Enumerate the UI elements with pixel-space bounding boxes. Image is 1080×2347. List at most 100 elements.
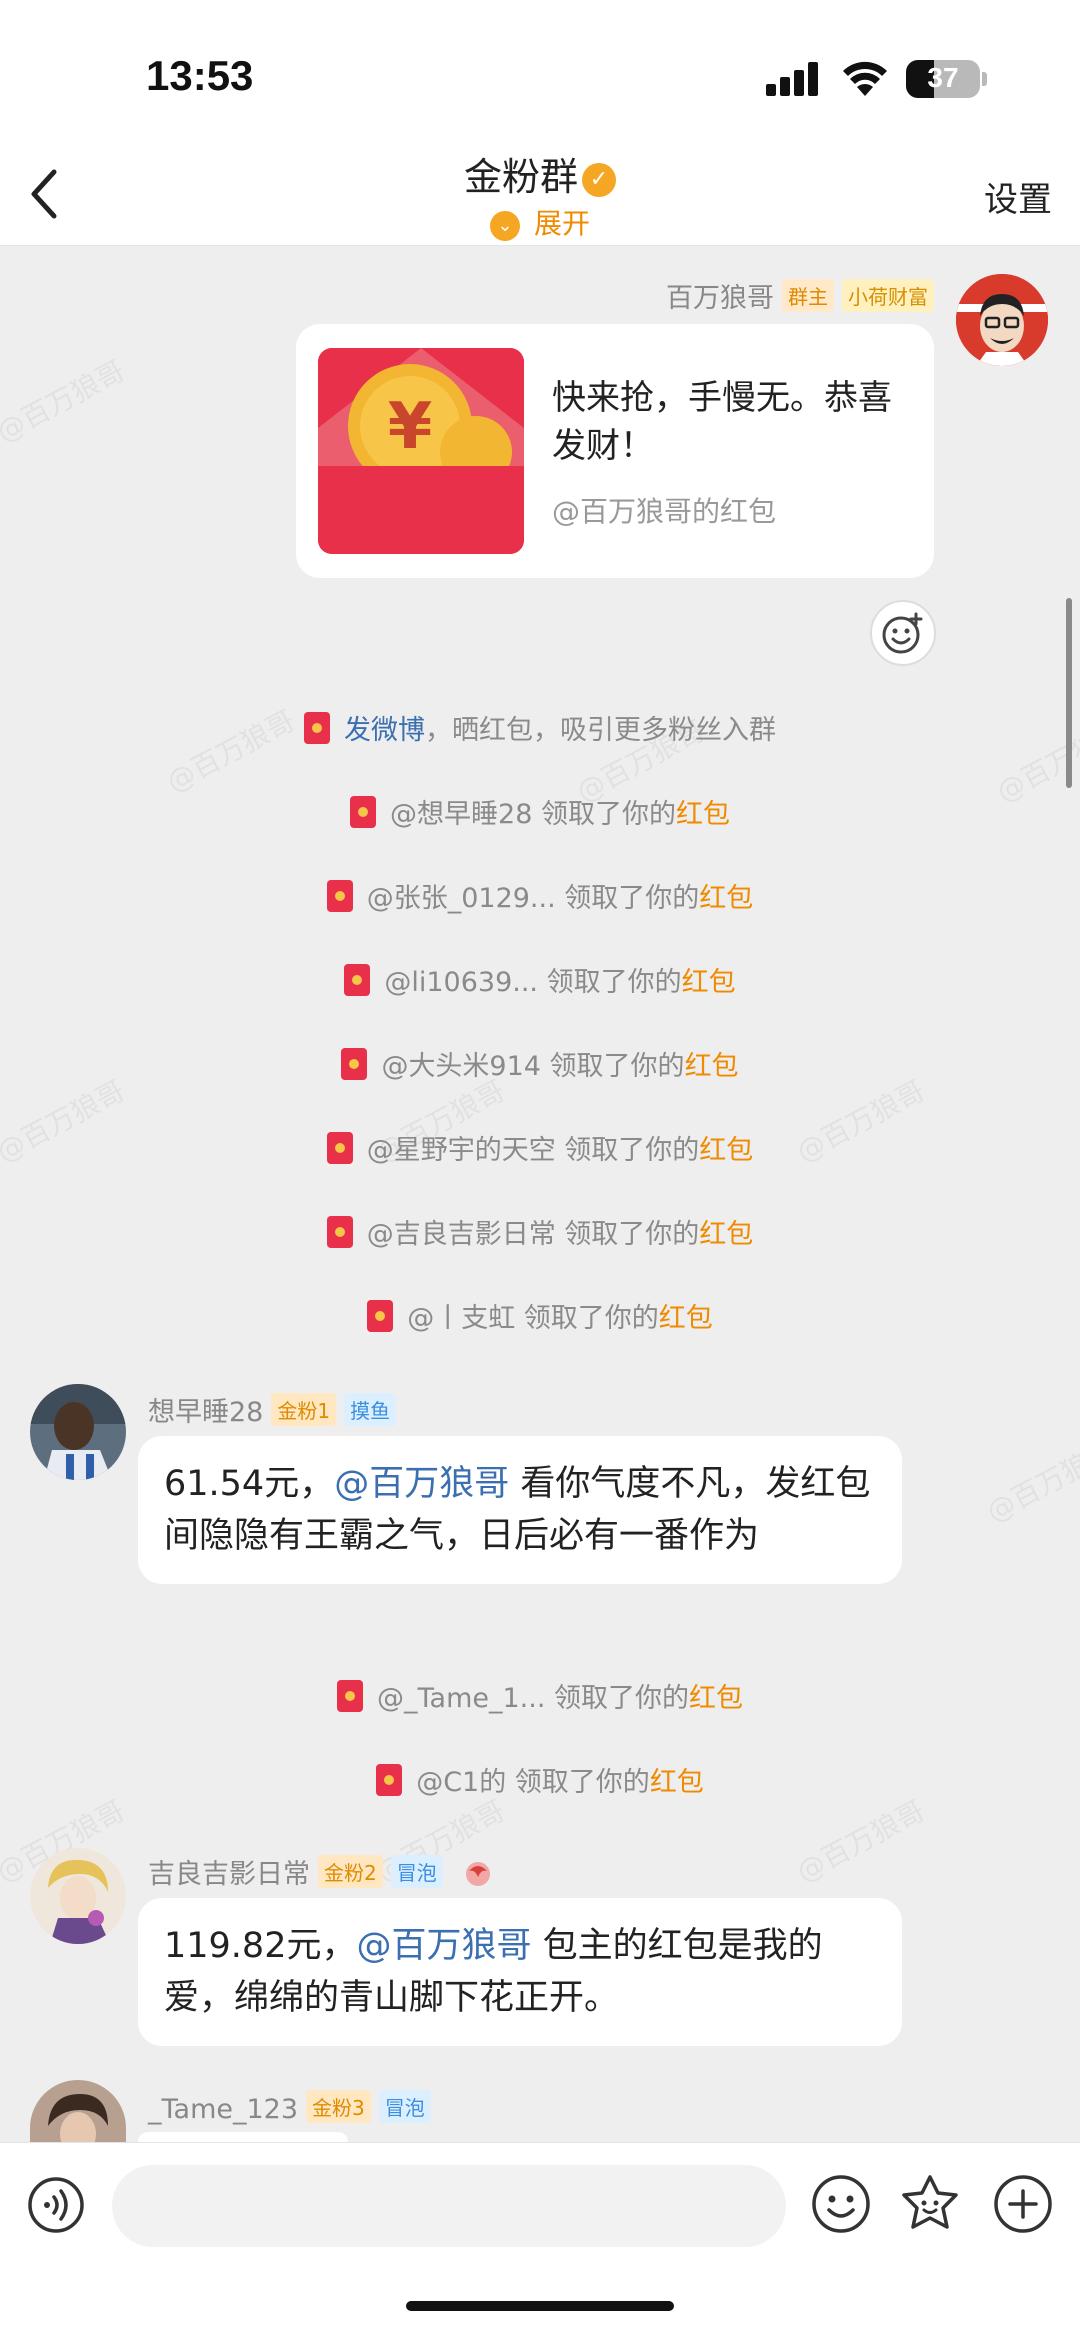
fan-badge: 金粉3	[306, 2090, 371, 2123]
battery-icon: 37	[906, 60, 980, 98]
sender-name: 百万狼哥	[666, 283, 774, 314]
red-packet-claim-row: @张张_0129... 领取了你的红包	[0, 876, 1080, 915]
plus-icon[interactable]	[992, 2173, 1054, 2235]
sticker-icon[interactable]	[898, 2171, 962, 2235]
red-packet-card[interactable]: ¥ 快来抢，手慢无。恭喜发财！ @百万狼哥的红包	[296, 324, 934, 578]
claim-text: @想早睡28 领取了你的	[390, 799, 676, 830]
level-tag: 冒泡	[378, 2090, 431, 2123]
avatar[interactable]	[30, 1848, 126, 1944]
composer-bar	[0, 2142, 1080, 2347]
status-time: 13:53	[146, 52, 254, 99]
wifi-icon	[843, 61, 887, 96]
watermark: @百万狼哥	[791, 1793, 931, 1889]
battery-level: 37	[927, 62, 959, 93]
amount-text: 119.82元，	[164, 1926, 357, 1966]
red-packet-link[interactable]: 红包	[689, 1683, 743, 1714]
message-input[interactable]	[112, 2165, 786, 2247]
group-name: 金粉群	[463, 155, 578, 199]
avatar[interactable]	[30, 1384, 126, 1480]
add-reaction-button[interactable]	[870, 600, 936, 666]
red-packet-claim-row: @大头米914 领取了你的红包	[0, 1044, 1080, 1083]
message-bubble[interactable]: 61.54元，@百万狼哥 看你气度不凡，发红包间隐隐有王霸之气，日后必有一番作为	[138, 1436, 902, 1584]
watermark: @百万狼哥	[981, 1433, 1080, 1529]
amount-text: 61.54元，	[164, 1464, 335, 1504]
red-packet-link[interactable]: 红包	[676, 799, 730, 830]
red-packet-claim-row: @想早睡28 领取了你的红包	[0, 792, 1080, 831]
fan-badge: 金粉2	[318, 1855, 383, 1888]
red-packet-icon	[326, 1132, 353, 1164]
owner-sender-line: 百万狼哥 群主 小荷财富	[666, 276, 934, 315]
battery-tip	[982, 72, 987, 86]
fan-badge: 金粉1	[271, 1393, 337, 1426]
sender-line: 吉良吉影日常 金粉2 冒泡	[148, 1852, 495, 1891]
owner-tag: 群主	[782, 279, 834, 312]
red-packet-icon	[344, 964, 371, 996]
system-notice: 发微博，晒红包，吸引更多粉丝入群	[0, 708, 1080, 747]
claim-text: @星野宇的天空 领取了你的	[366, 1135, 700, 1166]
title-tag: 小荷财富	[842, 279, 934, 312]
red-packet-message: 快来抢，手慢无。恭喜发财！	[552, 378, 892, 466]
red-packet-link[interactable]: 红包	[699, 883, 753, 914]
post-weibo-link[interactable]: 发微博	[344, 715, 425, 746]
settings-button[interactable]: 设置	[984, 172, 1052, 221]
chat-header: 金粉群 ✓ ⌄ 展开 设置	[0, 140, 1080, 246]
claim-text: @C1的 领取了你的	[416, 1767, 650, 1798]
claim-text: @张张_0129... 领取了你的	[366, 883, 700, 914]
red-packet-icon	[337, 1680, 363, 1712]
red-packet-from: @百万狼哥的红包	[552, 495, 777, 528]
red-packet-link[interactable]: 红包	[659, 1303, 713, 1334]
expand-label: 展开	[533, 207, 590, 240]
level-tag: 冒泡	[390, 1855, 443, 1888]
voice-input-icon[interactable]	[26, 2175, 86, 2235]
sender-line: 想早睡28 金粉1 摸鱼	[148, 1390, 397, 1429]
mention-link[interactable]: @百万狼哥	[334, 1464, 509, 1504]
red-packet-claim-row: @li10639... 领取了你的红包	[0, 960, 1080, 999]
red-packet-claim-row: @丨支虹 领取了你的红包	[0, 1296, 1080, 1335]
red-packet-link[interactable]: 红包	[682, 967, 736, 998]
expand-button[interactable]: ⌄ 展开	[0, 202, 1080, 242]
red-packet-icon	[367, 1300, 394, 1332]
chevron-down-icon: ⌄	[489, 211, 520, 241]
svg-text:¥: ¥	[388, 390, 433, 464]
red-packet-link[interactable]: 红包	[699, 1135, 753, 1166]
watermark: @百万狼哥	[0, 353, 131, 449]
claim-text: @_Tame_1... 领取了你的	[377, 1683, 689, 1714]
scrollbar[interactable]	[1066, 598, 1072, 788]
claim-text: @li10639... 领取了你的	[384, 967, 682, 998]
message-bubble[interactable]	[138, 2132, 348, 2142]
home-indicator	[406, 2301, 674, 2311]
cellular-signal-icon	[766, 62, 818, 96]
level-tag: 摸鱼	[344, 1393, 397, 1426]
red-packet-icon	[341, 1048, 368, 1080]
red-packet-icon: ¥	[318, 348, 524, 554]
notice-text: ，晒红包，吸引更多粉丝入群	[425, 715, 776, 746]
sender-name[interactable]: 吉良吉影日常	[148, 1859, 310, 1890]
emoji-icon[interactable]	[810, 2173, 872, 2235]
claim-text: @大头米914 领取了你的	[381, 1051, 685, 1082]
avatar-illustration	[956, 274, 1048, 366]
claim-text: @丨支虹 领取了你的	[407, 1303, 659, 1334]
sender-name[interactable]: _Tame_123	[148, 2094, 298, 2125]
sender-name[interactable]: 想早睡28	[148, 1397, 263, 1428]
red-packet-link[interactable]: 红包	[685, 1051, 739, 1082]
avatar[interactable]	[30, 2080, 126, 2142]
red-packet-icon	[304, 712, 330, 744]
red-packet-claim-row: @星野宇的天空 领取了你的红包	[0, 1128, 1080, 1167]
owner-avatar[interactable]	[956, 274, 1048, 366]
red-packet-claim-row: @吉良吉影日常 领取了你的红包	[0, 1212, 1080, 1251]
red-packet-icon	[350, 796, 377, 828]
claim-text: @吉良吉影日常 领取了你的	[366, 1219, 700, 1250]
verified-badge-icon: ✓	[582, 163, 616, 197]
sender-line: _Tame_123 金粉3 冒泡	[148, 2090, 431, 2125]
red-packet-claim-row: @C1的 领取了你的红包	[0, 1760, 1080, 1799]
message-bubble[interactable]: 119.82元，@百万狼哥 包主的红包是我的爱，绵绵的青山脚下花正开。	[138, 1898, 902, 2046]
red-packet-icon	[376, 1764, 403, 1796]
emoji-add-icon	[882, 612, 923, 654]
mention-link[interactable]: @百万狼哥	[356, 1926, 531, 1966]
red-packet-link[interactable]: 红包	[650, 1767, 704, 1798]
dragon-badge-icon	[466, 1862, 491, 1886]
red-packet-link[interactable]: 红包	[699, 1219, 753, 1250]
status-bar: 13:53 37	[0, 0, 1080, 140]
red-packet-icon	[326, 1216, 353, 1248]
group-title[interactable]: 金粉群 ✓	[0, 146, 1080, 201]
